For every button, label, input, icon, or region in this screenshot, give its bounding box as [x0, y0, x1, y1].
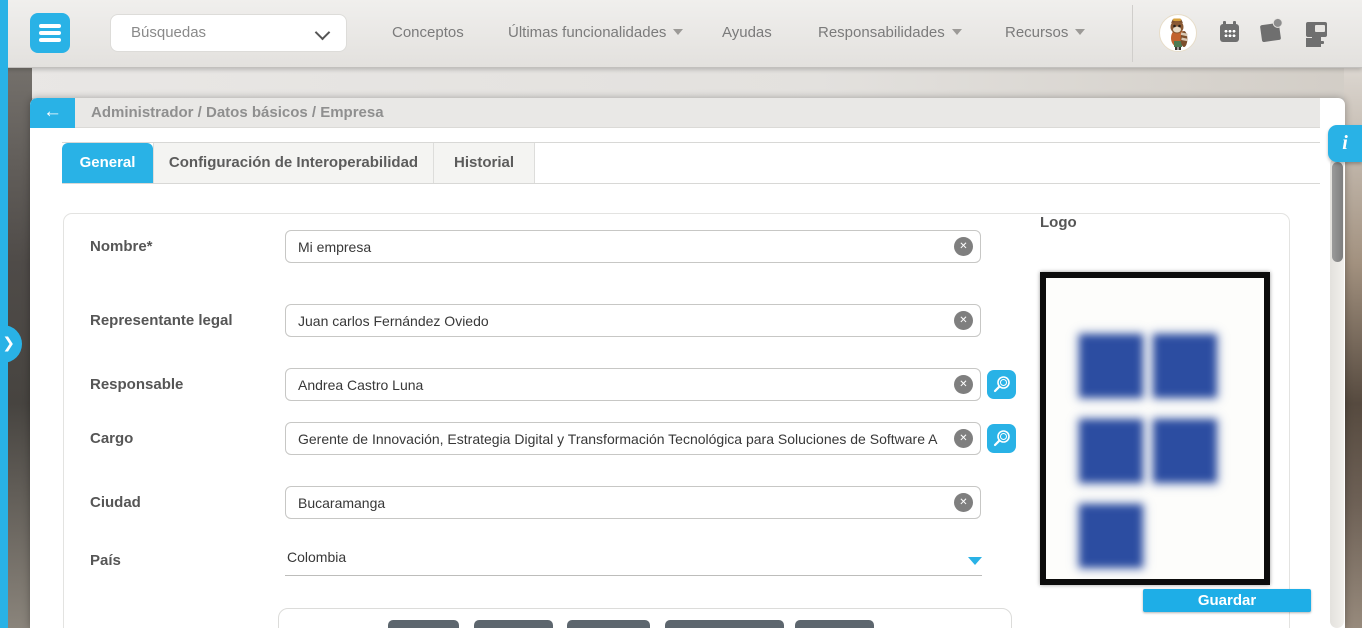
- editor-toolbar-button[interactable]: [474, 620, 553, 628]
- search-dropdown[interactable]: Búsquedas: [110, 14, 347, 52]
- search-dropdown-label: Búsquedas: [131, 24, 206, 41]
- representante-legal-input[interactable]: [285, 304, 981, 337]
- field-label-cargo: Cargo: [90, 422, 133, 455]
- field-label-responsable: Responsable: [90, 368, 183, 401]
- hamburger-menu-button[interactable]: [30, 13, 70, 53]
- main-content-card: ← Administrador / Datos básicos / Empres…: [30, 98, 1345, 628]
- menu-item-ultimas-funcionalidades[interactable]: Últimas funcionalidades: [508, 24, 683, 41]
- info-icon: i: [1342, 132, 1348, 154]
- clear-icon[interactable]: ✕: [954, 429, 973, 448]
- company-logo-image: [1040, 272, 1270, 585]
- clear-icon[interactable]: ✕: [954, 311, 973, 330]
- pais-select-value[interactable]: Colombia: [287, 549, 346, 565]
- editor-toolbar-button[interactable]: [795, 620, 874, 628]
- editor-toolbar-button[interactable]: [388, 620, 459, 628]
- caret-down-icon: [1075, 29, 1085, 35]
- magnifier-icon: [991, 374, 1012, 395]
- menu-item-ayudas[interactable]: Ayudas: [722, 24, 772, 41]
- editor-toolbar-button[interactable]: [567, 620, 650, 628]
- calendar-icon[interactable]: [1220, 24, 1239, 42]
- clear-icon[interactable]: ✕: [954, 493, 973, 512]
- editor-toolbar-button[interactable]: [665, 620, 784, 628]
- tab-bar: General Configuración de Interoperabilid…: [62, 142, 1320, 184]
- tab-general[interactable]: General: [62, 143, 153, 183]
- navbar-divider: [1132, 5, 1133, 62]
- ciudad-input[interactable]: [285, 486, 981, 519]
- back-button[interactable]: ←: [30, 98, 75, 128]
- info-button[interactable]: i: [1328, 125, 1362, 162]
- caret-down-icon: [673, 29, 683, 35]
- caret-down-icon: [952, 29, 962, 35]
- chevron-down-icon: [315, 25, 331, 41]
- field-label-ciudad: Ciudad: [90, 486, 141, 519]
- monitor-chat-icon[interactable]: [1306, 22, 1327, 37]
- notes-icon[interactable]: [1260, 23, 1281, 42]
- chevron-right-icon: ❯: [2, 334, 15, 352]
- tab-configuracion-interoperabilidad[interactable]: Configuración de Interoperabilidad: [153, 143, 434, 183]
- background-top-strip: [0, 67, 1362, 98]
- field-label-representante-legal: Representante legal: [90, 304, 233, 337]
- top-navbar: Búsquedas Conceptos Últimas funcionalida…: [0, 0, 1362, 68]
- pais-select-underline: [285, 575, 982, 576]
- magnifier-icon: [991, 428, 1012, 449]
- raccoon-mascot-icon: [1160, 15, 1196, 51]
- cargo-search-button[interactable]: [987, 424, 1016, 453]
- scrollbar-thumb[interactable]: [1332, 162, 1343, 262]
- select-caret-icon[interactable]: [968, 557, 982, 565]
- tab-historial[interactable]: Historial: [434, 143, 535, 183]
- menu-item-recursos[interactable]: Recursos: [1005, 24, 1085, 41]
- user-avatar-mascot[interactable]: [1159, 14, 1197, 52]
- sidebar-rail: [0, 0, 8, 628]
- responsable-search-button[interactable]: [987, 370, 1016, 399]
- breadcrumb: Administrador / Datos básicos / Empresa: [75, 98, 1320, 128]
- responsable-input[interactable]: [285, 368, 981, 401]
- logo-label: Logo: [1040, 214, 1077, 231]
- cargo-input[interactable]: [285, 422, 981, 455]
- clear-icon[interactable]: ✕: [954, 237, 973, 256]
- field-label-pais: País: [90, 544, 121, 577]
- field-label-nombre: Nombre*: [90, 230, 153, 263]
- back-arrow-icon: ←: [43, 101, 62, 122]
- menu-item-conceptos[interactable]: Conceptos: [392, 24, 464, 41]
- nombre-input[interactable]: [285, 230, 981, 263]
- save-button[interactable]: Guardar: [1143, 589, 1311, 612]
- clear-icon[interactable]: ✕: [954, 375, 973, 394]
- menu-item-responsabilidades[interactable]: Responsabilidades: [818, 24, 962, 41]
